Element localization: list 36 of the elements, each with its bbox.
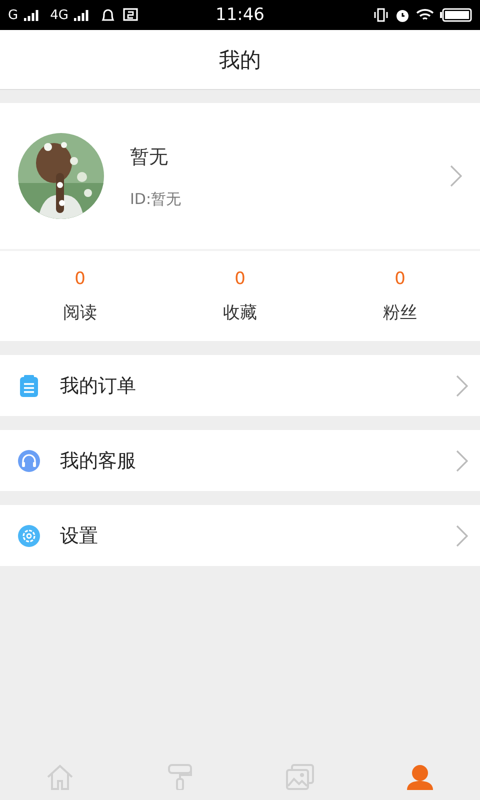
settings-icon — [18, 524, 40, 546]
menu-item[interactable]: 我的订单 — [0, 355, 480, 416]
home-icon — [46, 764, 74, 790]
stat-label: 阅读 — [63, 302, 97, 324]
chevron-right-icon — [456, 374, 468, 396]
profile-card[interactable]: 暂无 ID:暂无 — [0, 103, 480, 251]
stat-label: 收藏 — [223, 302, 257, 324]
chevron-right-icon — [456, 524, 468, 546]
paint-roller-icon — [167, 764, 193, 790]
stat-count: 0 — [234, 268, 246, 288]
user-name: 暂无 — [130, 144, 169, 170]
bell-icon — [100, 7, 116, 23]
chevron-right-icon — [456, 450, 468, 472]
menu-item[interactable]: 我的客服 — [0, 430, 480, 491]
user-id: ID:暂无 — [130, 190, 182, 208]
vibrate-icon — [373, 8, 389, 22]
battery-icon — [440, 8, 472, 22]
chevron-right-icon — [450, 165, 462, 187]
menu-label: 设置 — [60, 524, 99, 548]
person-icon — [406, 764, 434, 790]
screenshot-icon — [122, 7, 140, 23]
network-label: 4G — [50, 8, 68, 22]
network-label: G — [8, 8, 18, 22]
stat-count: 0 — [74, 268, 86, 288]
stat-count: 0 — [394, 268, 406, 288]
alarm-icon — [395, 8, 410, 22]
status-time: 11:46 — [216, 5, 264, 25]
stat-label: 粉丝 — [383, 302, 417, 324]
headset-icon — [18, 450, 40, 472]
page-title: 我的 — [219, 46, 261, 74]
menu-item[interactable]: 设置 — [0, 505, 480, 566]
image-icon — [286, 764, 314, 790]
clipboard-icon — [18, 374, 40, 398]
menu-label: 我的订单 — [60, 374, 137, 398]
wifi-icon — [416, 8, 434, 22]
menu-label: 我的客服 — [60, 448, 137, 474]
